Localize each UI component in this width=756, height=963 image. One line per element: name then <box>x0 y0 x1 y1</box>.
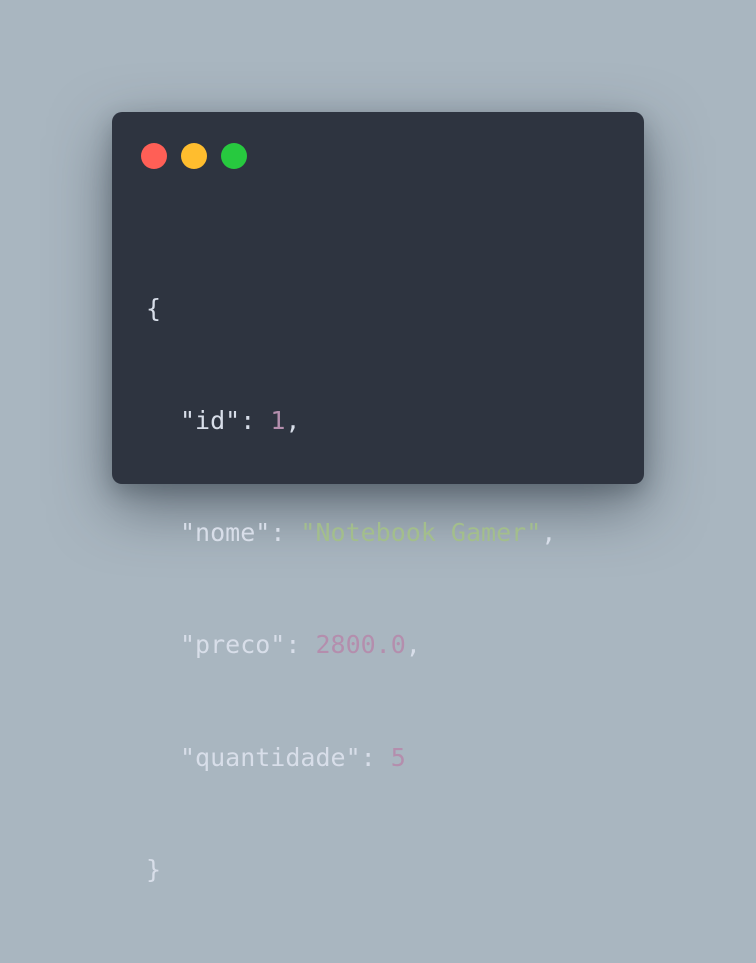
json-key-id: "id" <box>180 406 241 436</box>
json-value-id: 1 <box>270 406 286 436</box>
code-line-close: } <box>146 851 556 888</box>
code-line-quantidade: "quantidade": 5 <box>146 739 556 776</box>
close-brace: } <box>146 854 162 884</box>
code-block: { "id": 1, "nome": "Notebook Gamer", "pr… <box>146 215 556 963</box>
json-comma: , <box>285 406 301 436</box>
json-sep: : <box>285 630 316 660</box>
code-line-nome: "nome": "Notebook Gamer", <box>146 514 556 551</box>
json-value-quantidade: 5 <box>390 742 406 772</box>
close-window-icon[interactable] <box>141 143 167 169</box>
json-sep: : <box>240 406 271 436</box>
json-value-preco: 2800.0 <box>315 630 406 660</box>
minimize-window-icon[interactable] <box>181 143 207 169</box>
json-sep: : <box>360 742 391 772</box>
json-key-quantidade: "quantidade" <box>180 742 361 772</box>
json-comma: , <box>541 518 557 548</box>
json-value-nome: "Notebook Gamer" <box>300 518 542 548</box>
json-sep: : <box>270 518 301 548</box>
code-line-open: { <box>146 290 556 327</box>
json-key-preco: "preco" <box>180 630 286 660</box>
code-line-preco: "preco": 2800.0, <box>146 626 556 663</box>
code-line-id: "id": 1, <box>146 402 556 439</box>
maximize-window-icon[interactable] <box>221 143 247 169</box>
code-window: { "id": 1, "nome": "Notebook Gamer", "pr… <box>112 112 644 884</box>
json-key-nome: "nome" <box>180 518 271 548</box>
open-brace: { <box>146 293 162 323</box>
json-comma: , <box>405 630 421 660</box>
